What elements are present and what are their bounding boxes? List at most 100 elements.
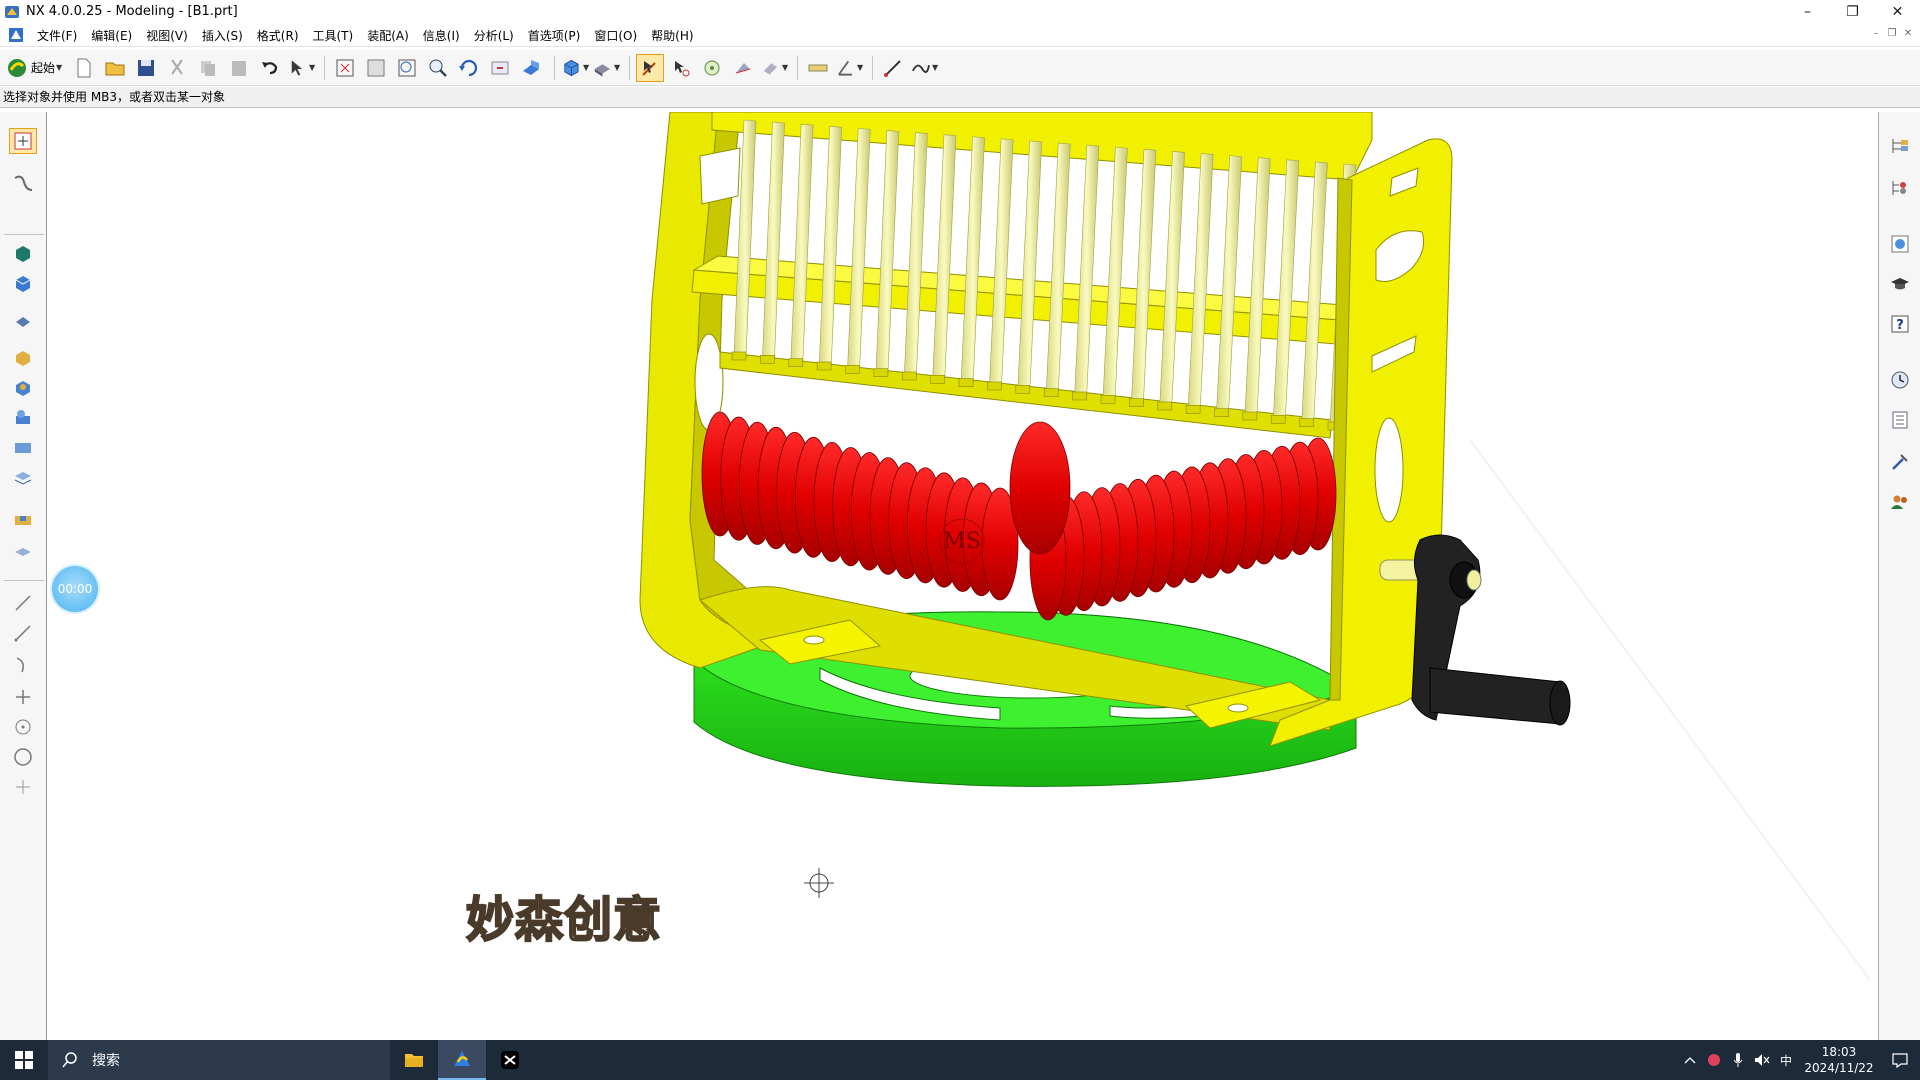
zoom-in-out-button[interactable] [424, 54, 452, 82]
notification-center-button[interactable] [1880, 1052, 1920, 1068]
menu-window[interactable]: 窗口(O) [587, 27, 644, 44]
pad-button[interactable] [9, 464, 37, 490]
menu-file[interactable]: 文件(F) [30, 27, 84, 44]
menu-format[interactable]: 格式(R) [250, 27, 306, 44]
paste-button[interactable] [225, 54, 253, 82]
menu-help[interactable]: 帮助(H) [644, 27, 700, 44]
shaded-view-button[interactable] [517, 54, 545, 82]
assembly-navigator-tab[interactable] [1886, 132, 1914, 160]
chamfer-button[interactable] [9, 344, 37, 370]
menu-tools[interactable]: 工具(T) [306, 27, 361, 44]
taskbar-apps [390, 1040, 534, 1080]
nx-menu-icon[interactable] [8, 27, 24, 43]
3d-model-view[interactable]: MS [48, 112, 1878, 1040]
start-button[interactable]: 起始 ▼ [6, 57, 62, 79]
taskbar-file-explorer[interactable] [390, 1040, 438, 1080]
rod [1102, 146, 1128, 401]
polyline-button[interactable] [9, 620, 37, 646]
circle-button[interactable] [9, 744, 37, 770]
new-file-button[interactable] [70, 54, 98, 82]
close-button[interactable]: ✕ [1875, 0, 1920, 23]
face-select-button[interactable]: ▼ [760, 54, 788, 82]
doc-close-icon[interactable]: ✕ [1902, 28, 1914, 40]
menu-analysis[interactable]: 分析(L) [467, 27, 521, 44]
point-button[interactable] [9, 684, 37, 710]
training-tab[interactable] [1886, 270, 1914, 298]
circle-center-button[interactable] [9, 714, 37, 740]
measure-angle-button[interactable]: ▼ [835, 54, 863, 82]
block-button[interactable] [9, 270, 37, 296]
select-objects-button[interactable] [667, 54, 695, 82]
edge-blend-button[interactable] [9, 308, 37, 334]
boss-button[interactable] [9, 404, 37, 430]
doc-restore-icon[interactable]: ❐ [1886, 28, 1898, 40]
menu-edit[interactable]: 编辑(E) [84, 27, 139, 44]
select-filter-button[interactable]: ▼ [287, 54, 315, 82]
graphics-window[interactable]: MS 妙森创意 [48, 112, 1878, 1040]
process-studio-tab[interactable] [1886, 448, 1914, 476]
menu-view[interactable]: 视图(V) [139, 27, 195, 44]
part-navigator-tab[interactable] [1886, 174, 1914, 202]
zoom-window-button[interactable] [362, 54, 390, 82]
curve-button[interactable]: ▼ [910, 54, 938, 82]
rotate-button[interactable] [455, 54, 483, 82]
windows-start-button[interactable] [0, 1040, 48, 1080]
extrude-button[interactable] [9, 240, 37, 266]
arc-button[interactable] [9, 652, 37, 678]
snap-point-button[interactable] [698, 54, 726, 82]
save-button[interactable] [132, 54, 160, 82]
restore-button[interactable]: ❐ [1830, 0, 1875, 23]
menu-assemblies[interactable]: 装配(A) [360, 27, 416, 44]
orient-view-button[interactable]: ▼ [561, 54, 589, 82]
taskbar-clock[interactable]: 18:03 2024/11/22 [1798, 1044, 1880, 1076]
hole-button[interactable] [9, 374, 37, 400]
roles-tab[interactable] [1886, 488, 1914, 516]
tray-app-icon[interactable] [1702, 1040, 1726, 1080]
recording-timer[interactable]: 00:00 [52, 566, 98, 612]
line-button[interactable] [879, 54, 907, 82]
cut-button[interactable] [163, 54, 191, 82]
rod-array [731, 119, 1357, 431]
pocket-button[interactable] [9, 434, 37, 460]
ime-indicator[interactable]: 中 [1774, 1040, 1798, 1080]
datum-point-button[interactable] [9, 774, 37, 800]
line-tool-button[interactable] [9, 590, 37, 616]
open-folder-icon [105, 62, 125, 75]
measure-distance-button[interactable] [804, 54, 832, 82]
system-materials-tab[interactable] [1886, 406, 1914, 434]
menu-preferences[interactable]: 首选项(P) [521, 27, 588, 44]
menu-information[interactable]: 信息(I) [416, 27, 467, 44]
doc-minimize-icon[interactable]: – [1870, 28, 1882, 40]
history-tab[interactable] [1886, 366, 1914, 394]
thread-button[interactable] [9, 538, 37, 564]
chevron-up-icon[interactable] [1678, 1040, 1702, 1080]
web-browser-tab[interactable] [1886, 230, 1914, 258]
taskbar-search-input[interactable]: 搜索 [48, 1040, 390, 1080]
speaker-muted-icon[interactable] [1750, 1040, 1774, 1080]
minimize-button[interactable]: – [1785, 0, 1830, 23]
menu-insert[interactable]: 插入(S) [195, 27, 250, 44]
feature-select-button[interactable] [729, 54, 757, 82]
selection-mode-button[interactable] [636, 53, 665, 82]
render-style-button[interactable]: ▼ [592, 54, 620, 82]
sketch-button[interactable] [9, 128, 37, 154]
microphone-icon[interactable] [1726, 1040, 1750, 1080]
comb-tooth [731, 351, 747, 361]
taskbar-nx-app[interactable] [438, 1040, 486, 1080]
pan-button[interactable] [486, 54, 514, 82]
slot-button[interactable] [9, 506, 37, 532]
rod [875, 130, 900, 374]
rod [903, 132, 928, 378]
undo-button[interactable] [256, 54, 284, 82]
zoom-button[interactable] [393, 54, 421, 82]
save-icon [138, 59, 155, 76]
copy-button[interactable] [194, 54, 222, 82]
taskbar-capcut[interactable] [486, 1040, 534, 1080]
open-file-button[interactable] [101, 54, 129, 82]
red-roller[interactable] [701, 411, 1337, 621]
curve-tool-button[interactable] [9, 170, 37, 196]
ruler-icon [808, 64, 828, 71]
help-tab[interactable]: ? [1886, 310, 1914, 338]
fit-view-button[interactable] [331, 54, 359, 82]
left-separator [4, 580, 44, 581]
